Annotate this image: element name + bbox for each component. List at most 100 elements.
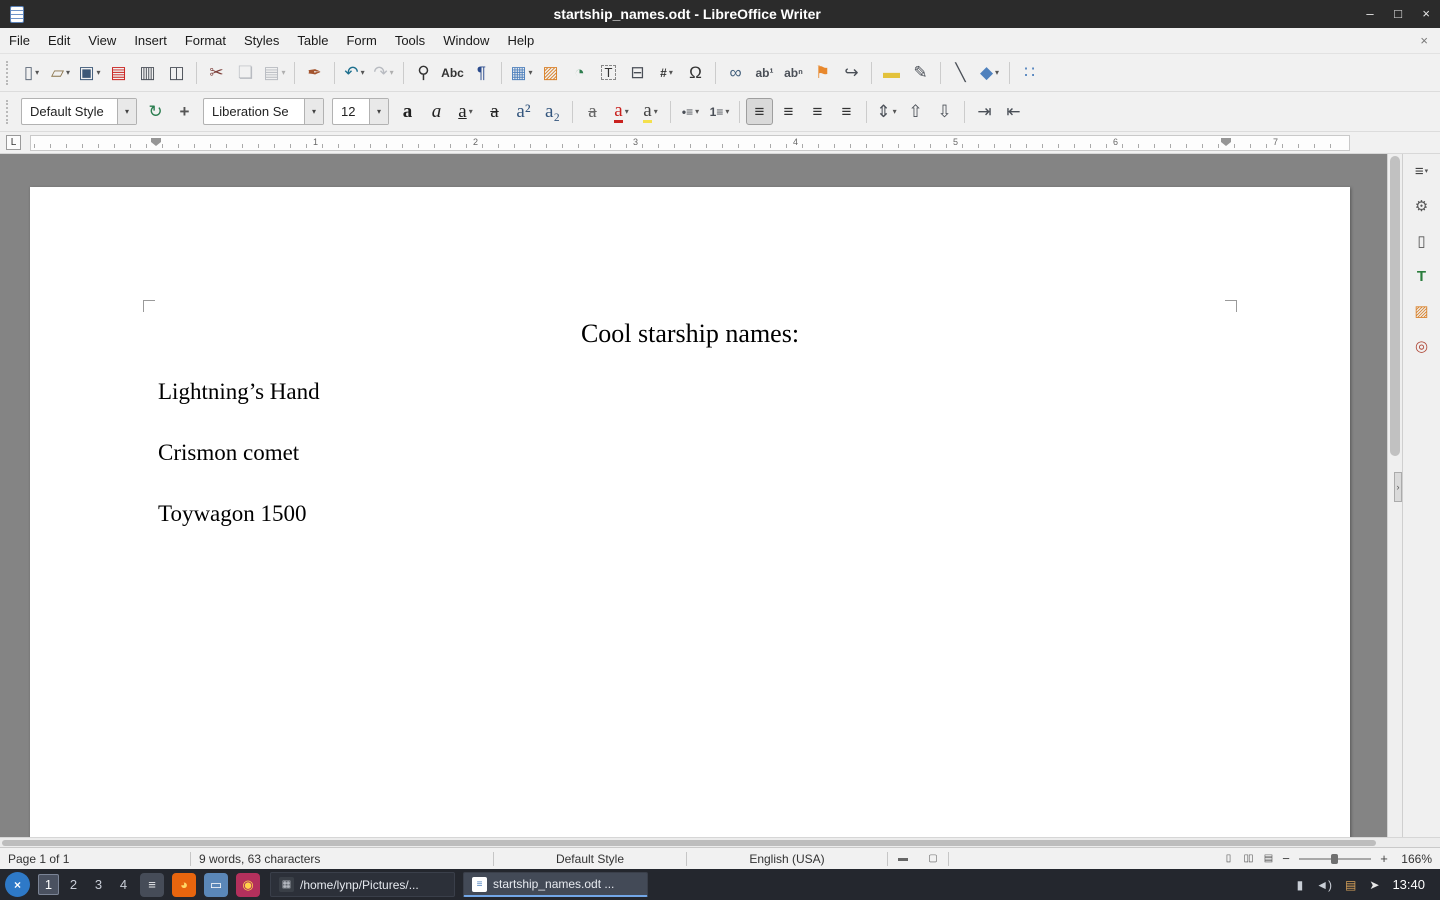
insert-table-button[interactable]: ▦ ▾ [508,59,535,86]
horizontal-scrollbar-thumb[interactable] [2,840,1376,846]
vertical-scrollbar-thumb[interactable] [1390,156,1400,456]
page-style[interactable]: Default Style [494,852,686,866]
strikethrough-button[interactable]: a [481,98,508,125]
special-character-button[interactable]: Ω [682,59,709,86]
toolbar-grip[interactable] [6,100,12,124]
insert-chart-button[interactable]: ◔ [566,59,593,86]
paragraph-style-value[interactable]: Default Style [22,99,117,124]
align-right-button[interactable]: ≡ [804,98,831,125]
underline-button[interactable]: a ▾ [452,98,479,125]
maximize-button[interactable]: □ [1394,6,1402,21]
paragraph-space-decrease-button[interactable]: ⇩ [931,98,958,125]
right-indent-marker[interactable] [1221,138,1231,146]
cut-button[interactable]: ✂ [203,59,230,86]
workspace-4[interactable]: 4 [113,874,134,895]
sidebar-settings-button[interactable]: ≡ ▾ [1408,158,1435,184]
launcher-screenshot[interactable]: ◉ [236,873,260,897]
properties-tab[interactable]: ⚙ [1408,193,1435,219]
highlight-color-button[interactable]: a ▾ [637,98,664,125]
chevron-down-icon[interactable]: ▾ [469,107,473,116]
formatting-marks-button[interactable]: ¶ [468,59,495,86]
font-color-button[interactable]: a ▾ [608,98,635,125]
menu-table[interactable]: Table [288,29,337,52]
book-view-button[interactable]: ▤ [1258,853,1278,864]
menu-tools[interactable]: Tools [386,29,434,52]
menu-form[interactable]: Form [337,29,385,52]
document-heading[interactable]: Cool starship names: [158,319,1222,349]
launcher-filemanager[interactable]: ▭ [204,873,228,897]
insert-hyperlink-button[interactable]: ∞ [722,59,749,86]
chevron-down-icon[interactable]: ▾ [654,107,658,116]
insert-line-button[interactable]: ╲ [947,59,974,86]
single-page-view-button[interactable]: ▯ [1218,853,1238,864]
page-count[interactable]: Page 1 of 1 [0,852,190,866]
tab-stop-selector[interactable]: L [6,135,21,150]
basic-shapes-button[interactable]: ◆ ▾ [976,59,1003,86]
chevron-down-icon[interactable]: ▾ [725,107,729,116]
redo-button[interactable]: ↷ ▾ [370,59,397,86]
spelling-button[interactable]: Abc [439,59,466,86]
document-page[interactable]: Cool starship names: Lightning’s Hand Cr… [30,187,1350,837]
chevron-down-icon[interactable]: ▾ [361,68,365,77]
superscript-button[interactable]: a² [510,98,537,125]
align-center-button[interactable]: ≡ [775,98,802,125]
horizontal-scrollbar[interactable] [0,837,1440,847]
document-paragraph[interactable]: Lightning’s Hand [158,377,1222,407]
chevron-down-icon[interactable]: ▾ [97,68,101,77]
decrease-indent-button[interactable]: ⇤ [1000,98,1027,125]
chevron-down-icon[interactable]: ▾ [304,99,323,124]
chevron-down-icon[interactable]: ▾ [66,68,70,77]
minimize-button[interactable]: – [1366,6,1373,21]
save-button[interactable]: ▣ ▾ [76,59,103,86]
undo-button[interactable]: ↶ ▾ [341,59,368,86]
document-body[interactable]: Cool starship names: Lightning’s Hand Cr… [30,187,1350,529]
titlebar[interactable]: startship_names.odt - LibreOffice Writer… [0,0,1440,28]
navigator-tab[interactable]: ◎ [1408,333,1435,359]
menu-insert[interactable]: Insert [125,29,176,52]
new-document-button[interactable]: ▯ ▾ [18,59,45,86]
chevron-down-icon[interactable]: ▾ [995,68,999,77]
multi-page-view-button[interactable]: ▯▯ [1238,853,1258,864]
zoom-in-button[interactable]: + [1376,851,1392,866]
zoom-slider[interactable] [1299,858,1371,860]
font-size-combobox[interactable]: 12 ▾ [332,98,389,125]
chevron-down-icon[interactable]: ▾ [695,107,699,116]
copy-button[interactable]: ❏ [232,59,259,86]
update-style-button[interactable]: ↻ [142,98,169,125]
font-size-value[interactable]: 12 [333,99,369,124]
align-justify-button[interactable]: ≡ [833,98,860,125]
battery-tray-icon[interactable]: ▮ [1297,878,1304,892]
left-indent-marker[interactable] [151,138,161,146]
paste-button[interactable]: ▤ ▾ [261,59,288,86]
taskbar-window-pictures[interactable]: ▦ /home/lynp/Pictures/... [270,872,455,897]
menu-view[interactable]: View [79,29,125,52]
menu-styles[interactable]: Styles [235,29,288,52]
find-replace-button[interactable]: ⚲ [410,59,437,86]
chevron-down-icon[interactable]: ▾ [625,107,629,116]
zoom-out-button[interactable]: − [1278,851,1294,866]
menu-window[interactable]: Window [434,29,498,52]
open-button[interactable]: ▱ ▾ [47,59,74,86]
close-button[interactable]: × [1422,6,1430,21]
insert-mode-indicator[interactable]: ▬ [888,853,918,864]
chevron-down-icon[interactable]: ▾ [35,68,39,77]
document-area[interactable]: Cool starship names: Lightning’s Hand Cr… [0,154,1387,837]
horizontal-ruler[interactable]: 1234567 [30,135,1350,151]
line-spacing-button[interactable]: ⇕ ▾ [873,98,900,125]
chevron-down-icon[interactable]: ▾ [282,68,286,77]
italic-button[interactable]: a [423,98,450,125]
selection-mode-indicator[interactable]: ▢ [918,853,948,864]
document-paragraph[interactable]: Toywagon 1500 [158,499,1222,529]
chevron-down-icon[interactable]: ▾ [117,99,136,124]
word-count[interactable]: 9 words, 63 characters [191,852,493,866]
page-tab[interactable]: ▯ [1408,228,1435,254]
applications-menu-button[interactable]: × [5,872,30,897]
gallery-tab[interactable]: ▨ [1408,298,1435,324]
menu-help[interactable]: Help [498,29,543,52]
workspace-1[interactable]: 1 [38,874,59,895]
print-button[interactable]: ▥ [134,59,161,86]
insert-pagebreak-button[interactable]: ⊟ [624,59,651,86]
workspace-3[interactable]: 3 [88,874,109,895]
pointer-tray-icon[interactable]: ➤ [1369,878,1379,892]
numbered-list-button[interactable]: 1≡ ▾ [706,98,733,125]
